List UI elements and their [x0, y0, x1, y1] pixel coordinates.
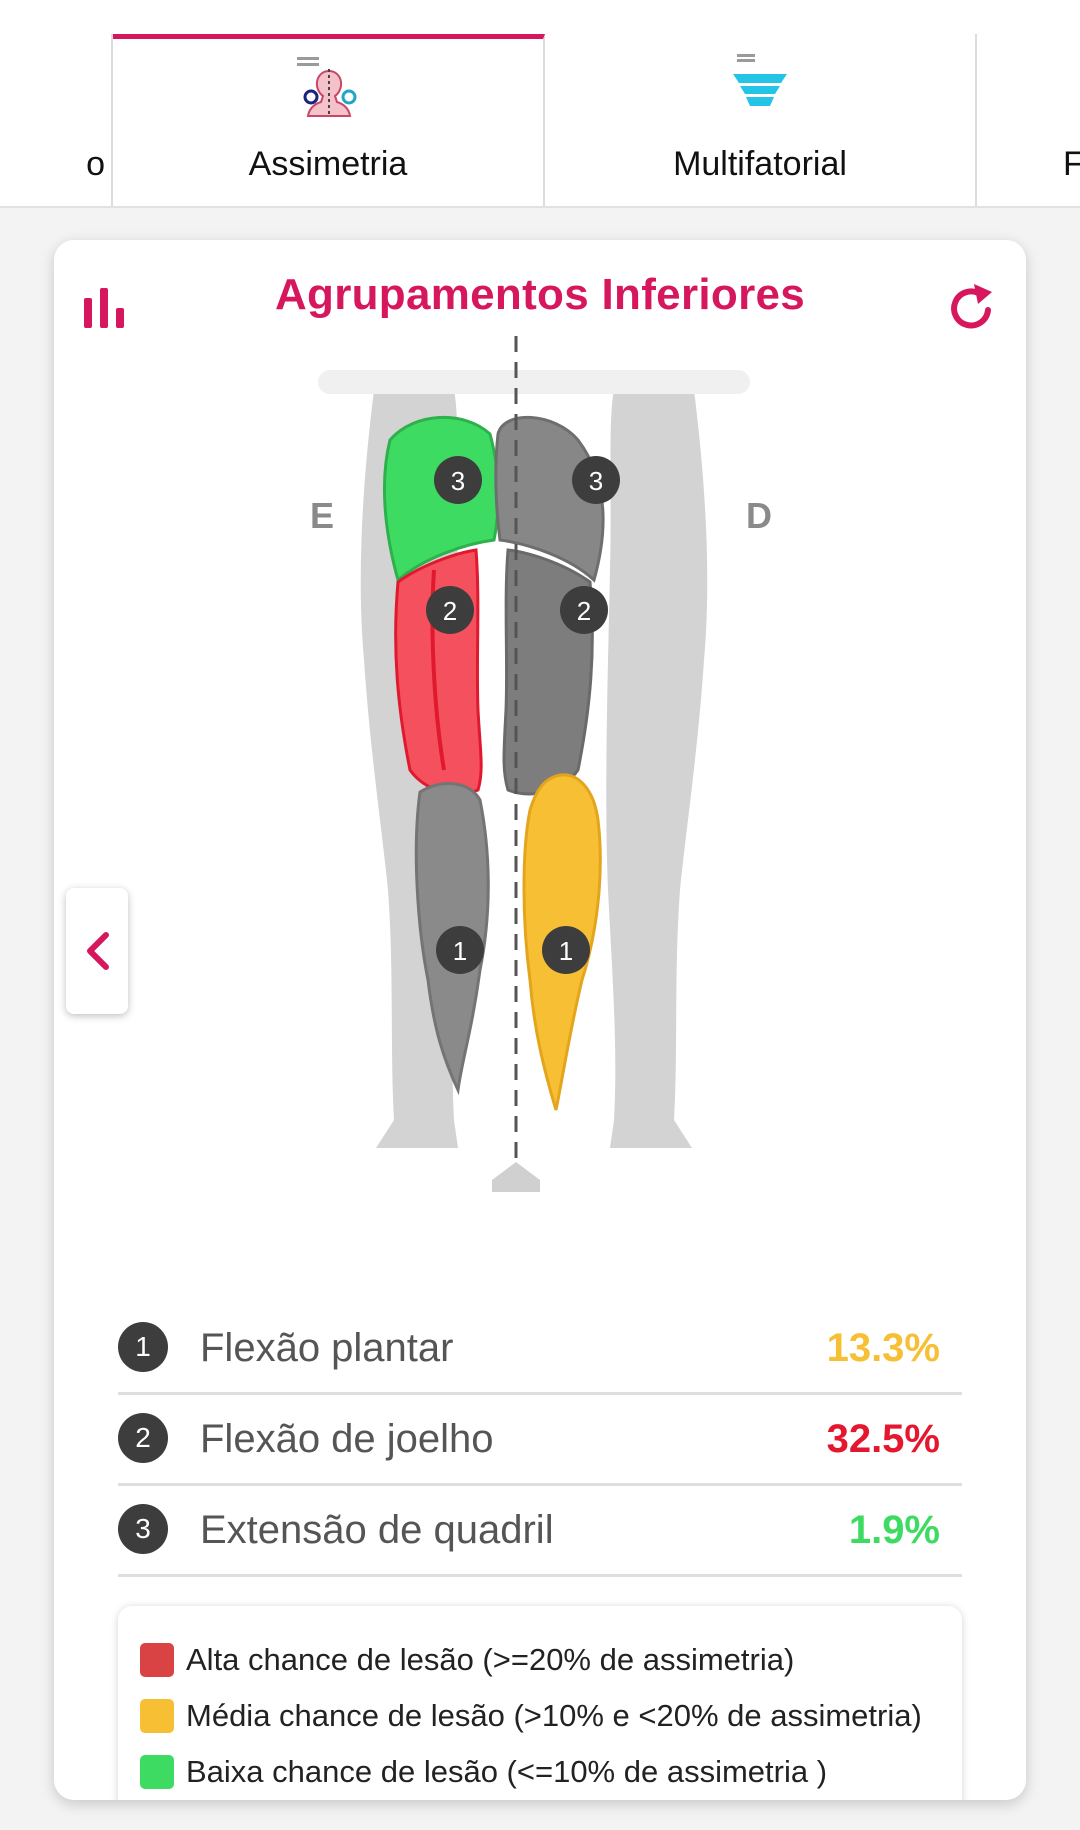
left-hip-extensor-muscle: [383, 416, 500, 583]
status-bar-area: [0, 0, 1080, 34]
legs-diagram: 3 3 2 2 1 1: [318, 336, 750, 1192]
result-row-hip-extension[interactable]: 3 Extensão de quadril 1.9%: [118, 1486, 962, 1577]
svg-text:1: 1: [559, 936, 573, 966]
svg-text:2: 2: [443, 596, 457, 626]
tab-previous[interactable]: o: [0, 34, 113, 206]
legend-swatch-red: [140, 1643, 174, 1677]
marker-2-left: 2: [426, 586, 474, 634]
result-name: Flexão de joelho: [200, 1417, 494, 1461]
legend-swatch-yellow: [140, 1699, 174, 1733]
hip-band: [318, 370, 750, 394]
result-number: 2: [118, 1413, 168, 1463]
legend-text: Média chance de lesão (>10% e <20% de as…: [186, 1698, 922, 1733]
tab-bar: o Assimetria Multifatorial F: [0, 34, 1080, 208]
card-title: Agrupamentos Inferiores: [274, 270, 806, 319]
marker-1-left: 1: [436, 926, 484, 974]
legend-swatch-green: [140, 1755, 174, 1789]
funnel-icon: [733, 54, 787, 106]
result-name: Flexão plantar: [200, 1326, 454, 1370]
legend-item-medium: Média chance de lesão (>10% e <20% de as…: [140, 1696, 922, 1736]
legend-item-high: Alta chance de lesão (>=20% de assimetri…: [140, 1640, 794, 1680]
legend-item-low: Baixa chance de lesão (<=10% de assimetr…: [140, 1752, 827, 1792]
result-value: 32.5%: [826, 1417, 940, 1461]
right-leg-silhouette: [606, 390, 708, 1148]
marker-1-right: 1: [542, 926, 590, 974]
result-number: 1: [118, 1322, 168, 1372]
risk-legend: Alta chance de lesão (>=20% de assimetri…: [118, 1606, 962, 1800]
tab-multifatorial-label: Multifatorial: [673, 145, 847, 183]
result-row-plantar-flexion[interactable]: 1 Flexão plantar 13.3%: [118, 1304, 962, 1395]
tab-next[interactable]: F: [977, 34, 1080, 206]
legend-text: Alta chance de lesão (>=20% de assimetri…: [186, 1642, 795, 1677]
tab-multifatorial[interactable]: Multifatorial: [545, 34, 977, 206]
body-symmetry-icon: [297, 57, 357, 117]
tab-next-label: F: [1063, 145, 1080, 183]
results-list: 1 Flexão plantar 13.3% 2 Flexão de joelh…: [118, 1304, 962, 1577]
marker-3-left: 3: [434, 456, 482, 504]
marker-3-right: 3: [572, 456, 620, 504]
tab-assimetria-label: Assimetria: [248, 145, 408, 183]
asymmetry-card: Agrupamentos Inferiores E D 3 3 2 2 1 1 …: [54, 240, 1026, 1800]
back-button[interactable]: [66, 888, 128, 1014]
result-row-knee-flexion[interactable]: 2 Flexão de joelho 32.5%: [118, 1395, 962, 1486]
left-knee-flexor-muscle: [394, 548, 483, 796]
result-number: 3: [118, 1504, 168, 1554]
svg-text:2: 2: [577, 596, 591, 626]
chevron-left-icon: [87, 932, 109, 970]
result-value: 13.3%: [826, 1326, 940, 1370]
result-name: Extensão de quadril: [200, 1508, 554, 1552]
svg-text:3: 3: [451, 466, 465, 496]
marker-2-right: 2: [560, 586, 608, 634]
legend-text: Baixa chance de lesão (<=10% de assimetr…: [186, 1754, 828, 1789]
tab-previous-label: o: [86, 145, 105, 183]
svg-text:3: 3: [589, 466, 603, 496]
floor-arrow: [492, 1162, 540, 1192]
tab-assimetria[interactable]: Assimetria: [113, 34, 545, 206]
refresh-icon[interactable]: [944, 280, 1000, 336]
result-value: 1.9%: [848, 1508, 940, 1552]
svg-text:1: 1: [453, 936, 467, 966]
